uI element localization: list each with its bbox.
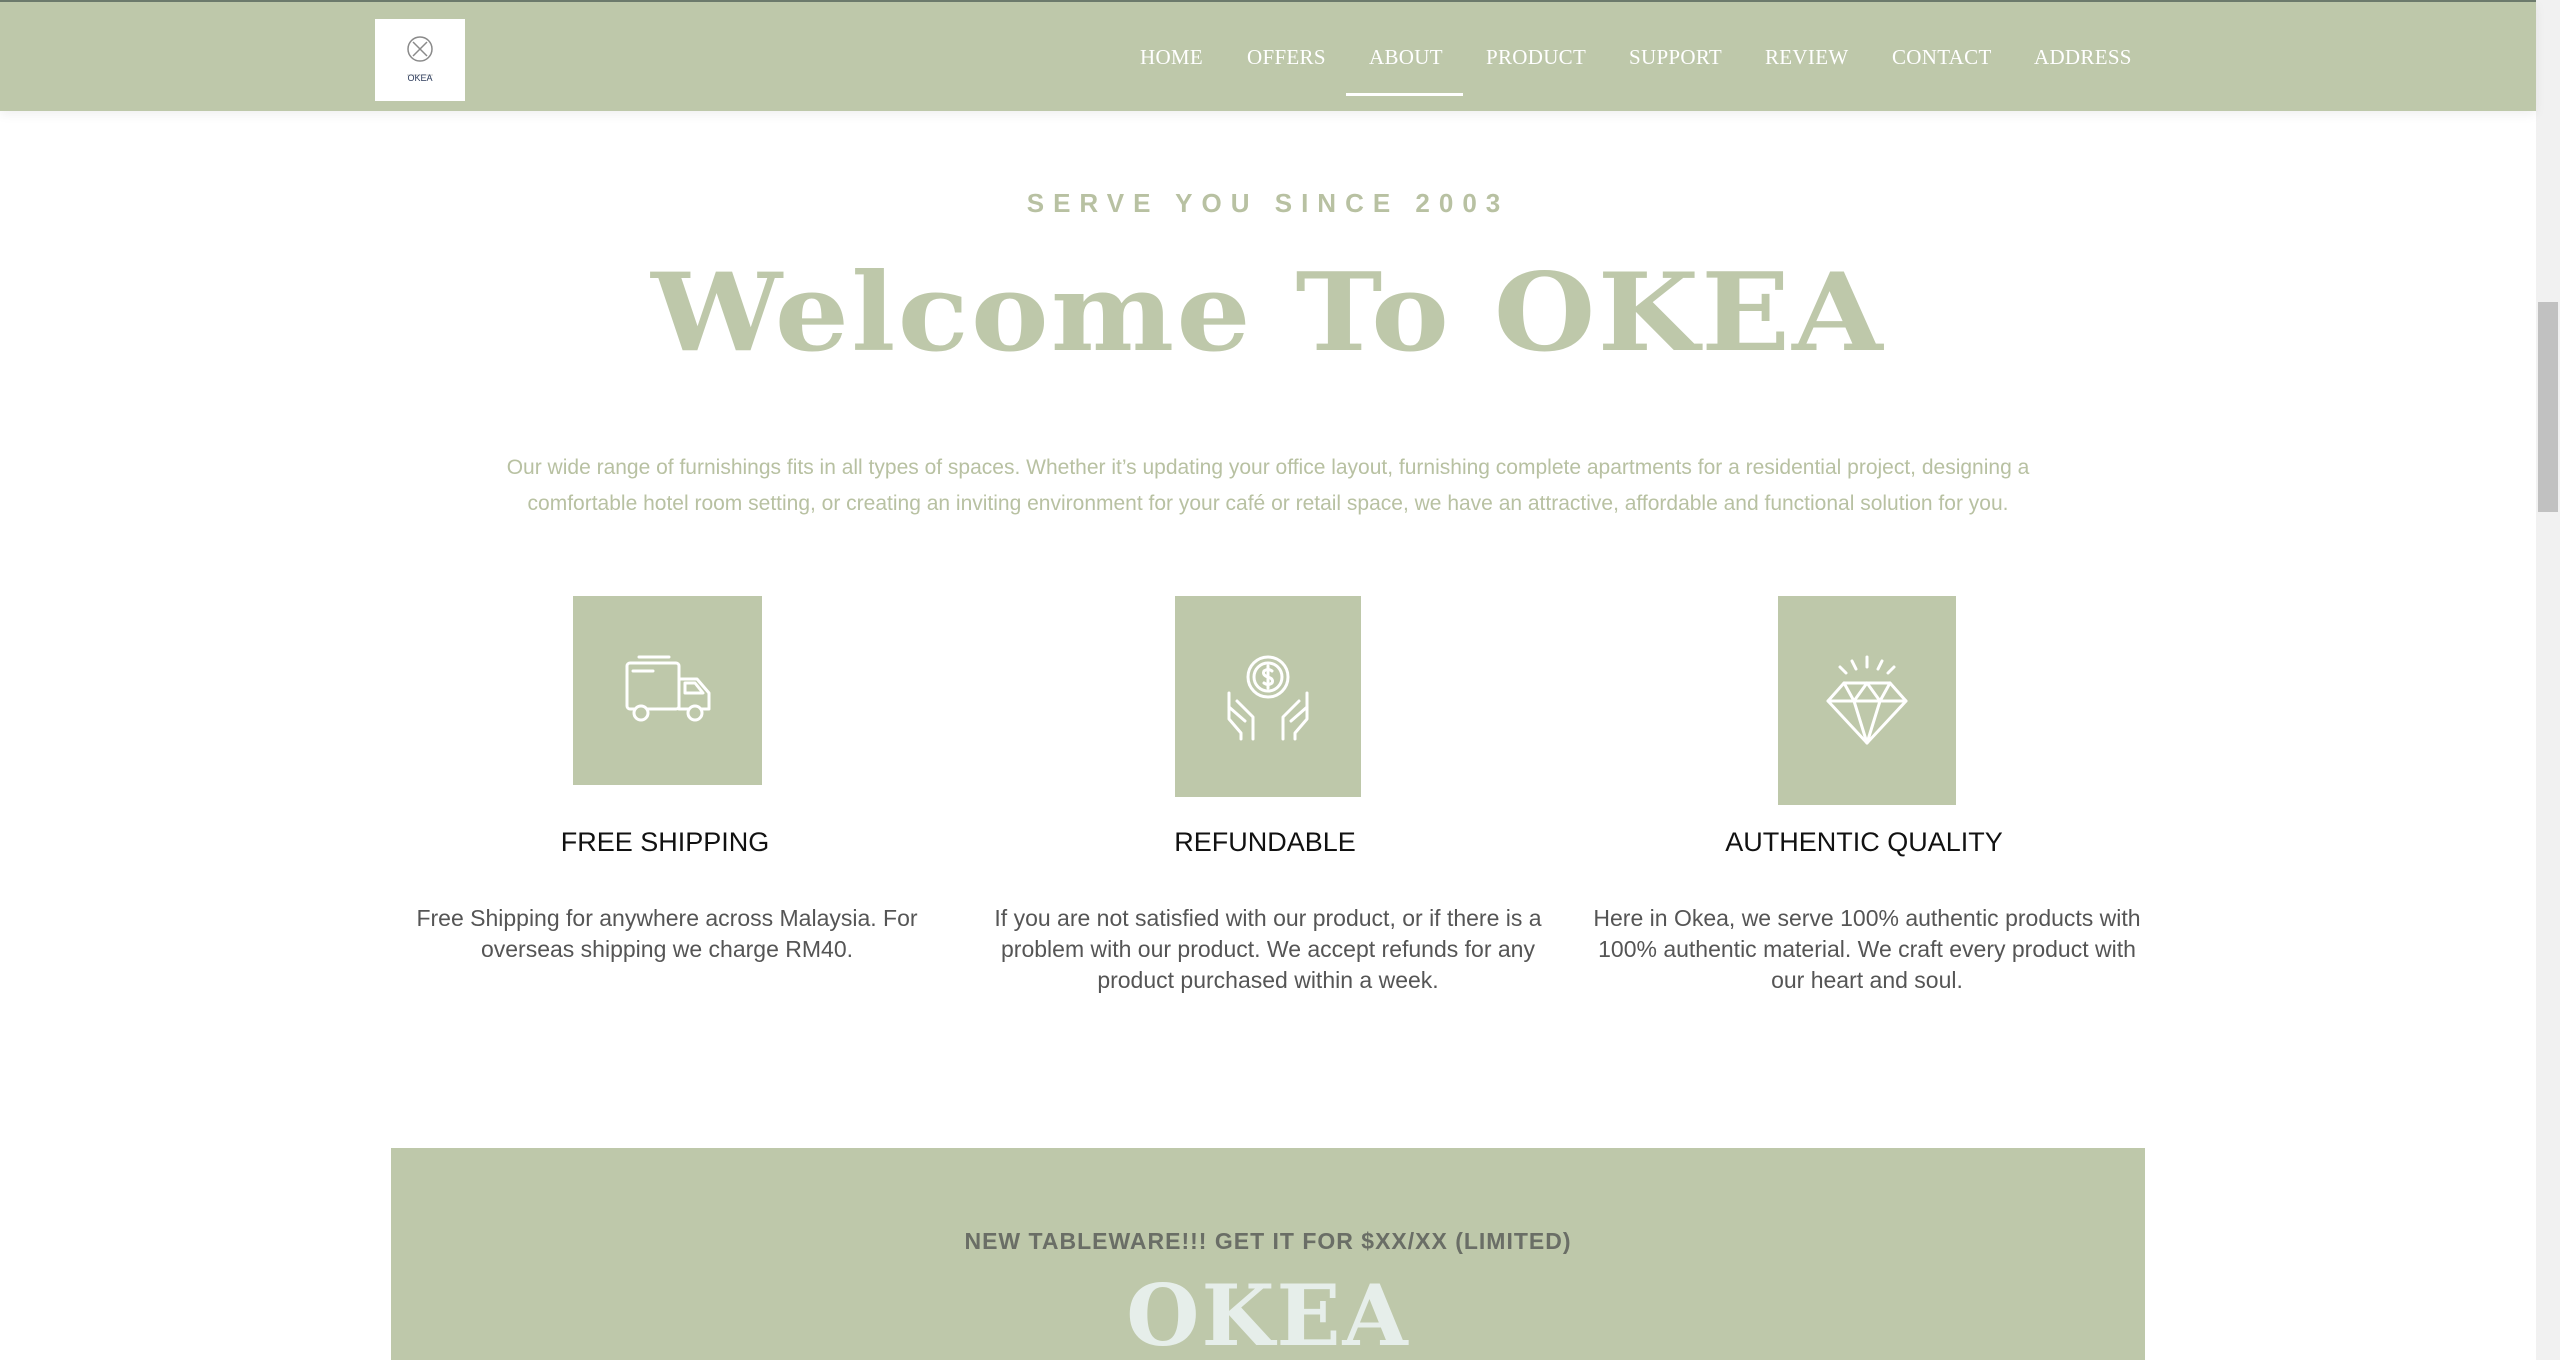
feature-title-quality: AUTHENTIC QUALITY [1725, 827, 2003, 857]
nav-about[interactable]: ABOUT [1369, 45, 1443, 70]
intro-paragraph: Our wide range of furnishings fits in al… [506, 456, 2030, 515]
nav-support[interactable]: SUPPORT [1629, 45, 1722, 70]
feature-text-refund: If you are not satisfied with our produc… [994, 905, 1542, 993]
page-title: Welcome To OKEA [651, 250, 1885, 376]
money-hands-icon [1227, 655, 1309, 740]
feature-title-refund: REFUNDABLE [1174, 827, 1356, 857]
feature-box-refund [1175, 596, 1361, 797]
active-nav-underline [1346, 93, 1463, 96]
feature-text-shipping: Free Shipping for anywhere across Malays… [416, 905, 918, 962]
feature-title-shipping: FREE SHIPPING [560, 827, 770, 857]
scrollbar-thumb[interactable] [2538, 302, 2558, 512]
feature-box-shipping [573, 596, 762, 785]
promo-brand: OKEA [1126, 1266, 1410, 1360]
feature-text-quality: Here in Okea, we serve 100% authentic pr… [1593, 905, 2141, 993]
truck-icon [625, 655, 710, 721]
diamond-icon [1826, 655, 1908, 744]
nav-address[interactable]: ADDRESS [2034, 45, 2132, 70]
scrollbar-track[interactable] [2536, 0, 2560, 1360]
site-header: OKEA HOME OFFERS ABOUT PRODUCT SUPPORT R… [0, 0, 2536, 111]
nav-offers[interactable]: OFFERS [1247, 45, 1326, 70]
eyebrow-text: SERVE YOU SINCE 2003 [1026, 188, 1510, 218]
feature-box-quality [1778, 596, 1956, 805]
page: OKEA HOME OFFERS ABOUT PRODUCT SUPPORT R… [0, 0, 2560, 1360]
promo-text: NEW TABLEWARE!!! GET IT FOR $XX/XX (LIMI… [964, 1228, 1572, 1254]
nav-home[interactable]: HOME [1140, 45, 1203, 70]
promo-banner: NEW TABLEWARE!!! GET IT FOR $XX/XX (LIMI… [391, 1148, 2145, 1360]
main-nav: HOME OFFERS ABOUT PRODUCT SUPPORT REVIEW… [0, 2, 2536, 113]
nav-product[interactable]: PRODUCT [1486, 45, 1586, 70]
nav-review[interactable]: REVIEW [1765, 45, 1848, 70]
nav-contact[interactable]: CONTACT [1892, 45, 1992, 70]
